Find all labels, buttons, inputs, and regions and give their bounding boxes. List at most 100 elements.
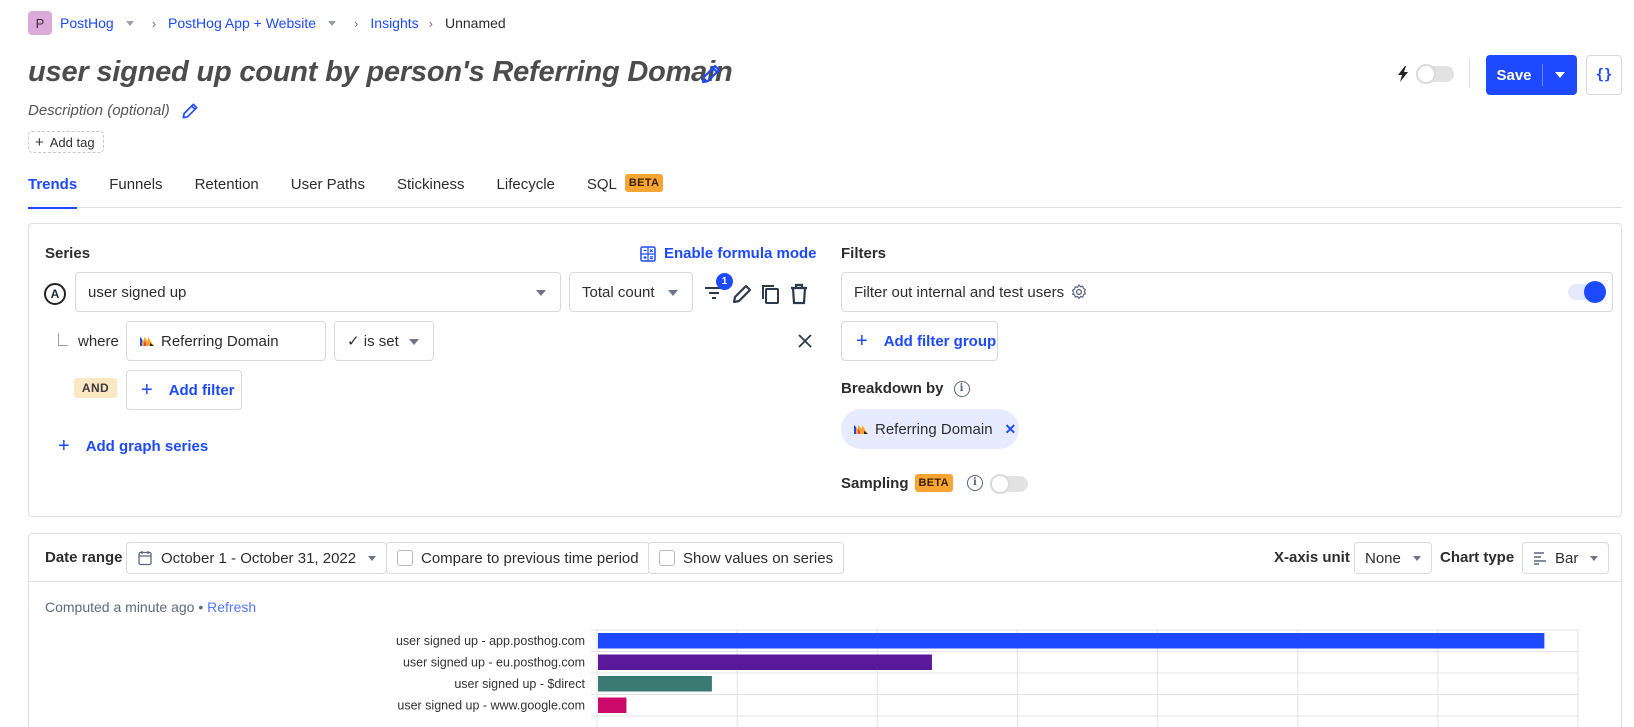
breadcrumb-current: Unnamed xyxy=(444,15,506,31)
tab-label: Trends xyxy=(28,176,78,193)
tab-lifecycle[interactable]: Lifecycle xyxy=(497,176,555,208)
edit-description-pencil-icon[interactable] xyxy=(180,101,200,121)
formula-mode-label: Enable formula mode xyxy=(664,245,817,262)
duplicate-icon[interactable] xyxy=(758,282,782,306)
breadcrumb-separator-icon: › xyxy=(428,15,433,31)
where-label: where xyxy=(78,333,119,350)
checkbox-icon xyxy=(659,550,675,566)
breakdown-chip[interactable]: Referring Domain ✕ xyxy=(841,409,1019,449)
remove-filter-close-icon[interactable] xyxy=(796,332,814,350)
y-tick-label: user signed up - app.posthog.com xyxy=(396,634,585,648)
x-axis-unit-select[interactable]: None xyxy=(1354,542,1432,574)
rename-pencil-icon[interactable] xyxy=(730,282,754,306)
where-connector xyxy=(58,333,68,346)
y-tick-label: user signed up - www.google.com xyxy=(397,698,585,712)
breadcrumb-insights[interactable]: Insights xyxy=(370,15,418,31)
info-icon[interactable]: i xyxy=(953,380,970,397)
description-field[interactable]: Description (optional) xyxy=(28,102,170,119)
add-graph-series-button[interactable]: + Add graph series xyxy=(58,436,208,456)
person-property-icon xyxy=(854,425,868,434)
plus-icon: + xyxy=(141,379,153,401)
insight-type-tabs: Trends Funnels Retention User Paths Stic… xyxy=(28,174,1622,209)
add-tag-button[interactable]: + Add tag xyxy=(28,131,104,153)
chart-type-select[interactable]: Bar xyxy=(1522,542,1610,574)
event-select-value: user signed up xyxy=(88,283,187,301)
add-filter-group-button[interactable]: + Add filter group xyxy=(841,321,998,361)
breakdown-heading-row: Breakdown by i xyxy=(841,380,970,397)
date-range-label: Date range xyxy=(45,549,123,566)
x-axis-unit-label: X-axis unit xyxy=(1274,549,1350,566)
date-range-value: October 1 - October 31, 2022 xyxy=(161,549,357,567)
person-property-icon xyxy=(140,337,154,346)
add-filter-button[interactable]: + Add filter xyxy=(126,370,242,410)
org-dropdown-caret-icon[interactable] xyxy=(125,20,134,26)
refresh-link[interactable]: Refresh xyxy=(207,599,256,615)
computed-status: Computed a minute ago • Refresh xyxy=(45,599,256,615)
add-filter-group-label: Add filter group xyxy=(883,332,997,350)
sampling-row: Sampling BETA i xyxy=(841,474,983,492)
bar-chart: user signed up - app.posthog.com user sig… xyxy=(0,620,1634,727)
tab-retention[interactable]: Retention xyxy=(195,176,259,208)
tab-label: SQL xyxy=(586,176,617,193)
chart-canvas: user signed up - app.posthog.com user sig… xyxy=(396,629,1579,727)
show-values-checkbox[interactable]: Show values on series xyxy=(648,542,845,574)
plus-icon: + xyxy=(58,435,70,457)
internal-users-label: Filter out internal and test users xyxy=(854,283,1065,301)
sampling-toggle[interactable] xyxy=(990,474,1028,494)
y-tick-label: user signed up - $direct xyxy=(454,677,585,691)
tab-funnels[interactable]: Funnels xyxy=(109,176,162,208)
date-range-select[interactable]: October 1 - October 31, 2022 xyxy=(126,542,388,574)
breadcrumb-project[interactable]: PostHog App + Website xyxy=(168,15,316,31)
gear-icon[interactable] xyxy=(1070,283,1088,301)
breadcrumb: P PostHog › PostHog App + Website › Insi… xyxy=(28,11,506,35)
remove-breakdown-close-icon[interactable]: ✕ xyxy=(1005,421,1017,438)
enable-formula-mode-button[interactable]: Enable formula mode xyxy=(640,245,817,262)
tab-user-paths[interactable]: User Paths xyxy=(291,176,365,208)
chevron-down-icon xyxy=(409,339,419,345)
code-braces-icon: {} xyxy=(1595,67,1613,83)
show-values-label: Show values on series xyxy=(683,549,834,567)
internal-users-toggle[interactable] xyxy=(1568,281,1606,303)
tab-trends[interactable]: Trends xyxy=(28,176,78,209)
bar[interactable] xyxy=(598,633,1545,649)
chevron-down-icon xyxy=(668,290,678,296)
code-view-button[interactable]: {} xyxy=(1586,55,1622,95)
autorefresh-toggle[interactable] xyxy=(1416,64,1454,84)
breakdown-chip-label: Referring Domain xyxy=(875,420,993,438)
info-icon[interactable]: i xyxy=(966,475,983,491)
plus-icon: + xyxy=(35,133,44,151)
filter-operator-select[interactable]: ✓ is set xyxy=(334,321,434,361)
add-tag-label: Add tag xyxy=(49,134,95,150)
project-dropdown-caret-icon[interactable] xyxy=(328,20,337,26)
tab-sql[interactable]: SQL BETA xyxy=(586,174,664,206)
save-button[interactable]: Save xyxy=(1486,55,1577,95)
bar[interactable] xyxy=(598,676,712,692)
filter-property-select[interactable]: Referring Domain xyxy=(126,321,326,361)
and-badge: AND xyxy=(74,378,117,398)
beta-badge: BETA xyxy=(914,474,953,492)
tab-label: Funnels xyxy=(109,176,163,193)
chart-type-label: Chart type xyxy=(1440,549,1515,566)
org-avatar[interactable]: P xyxy=(28,11,52,35)
results-toolbar: Date range October 1 - October 31, 2022 … xyxy=(29,534,1621,582)
edit-title-pencil-icon[interactable] xyxy=(699,62,723,86)
save-dropdown-button[interactable] xyxy=(1543,72,1577,78)
breadcrumb-org[interactable]: PostHog xyxy=(60,15,114,31)
math-select[interactable]: Total count xyxy=(569,272,693,312)
filter-property-value: Referring Domain xyxy=(161,332,279,350)
breadcrumb-separator-icon: › xyxy=(151,15,157,31)
bar[interactable] xyxy=(598,697,627,714)
series-filter-button[interactable]: 1 xyxy=(702,273,733,304)
event-select[interactable]: user signed up xyxy=(75,272,561,312)
bar[interactable] xyxy=(598,654,932,671)
beta-badge: BETA xyxy=(624,174,664,192)
compare-checkbox[interactable]: Compare to previous time period xyxy=(386,542,650,574)
compare-label: Compare to previous time period xyxy=(421,549,639,567)
internal-users-filter-row: Filter out internal and test users xyxy=(841,272,1613,312)
tab-label: Retention xyxy=(194,176,259,193)
trash-icon[interactable] xyxy=(787,282,811,306)
bar-chart-icon xyxy=(1534,552,1546,565)
calendar-icon xyxy=(138,551,152,566)
save-label: Save xyxy=(1496,66,1532,84)
tab-stickiness[interactable]: Stickiness xyxy=(397,176,465,208)
